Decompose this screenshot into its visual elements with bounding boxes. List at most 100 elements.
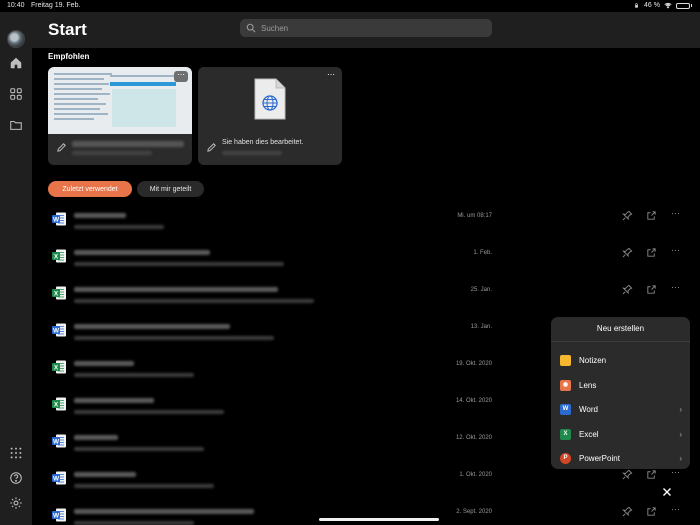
pin-icon[interactable] [622, 247, 633, 258]
orientation-lock-icon [635, 3, 638, 8]
file-row[interactable]: X 1. Feb. ⋯ [32, 243, 700, 280]
more-options-icon[interactable]: ⋯ [670, 468, 681, 480]
apps-icon[interactable] [9, 87, 23, 101]
menu-item-excel[interactable]: X Excel › [551, 423, 690, 445]
share-icon[interactable] [646, 210, 657, 221]
file-date: 25. Jan. [470, 287, 492, 293]
menu-item-label: Excel [579, 429, 599, 439]
menu-item-notizen[interactable]: Notizen [551, 349, 690, 371]
excel-icon: X [560, 428, 571, 440]
settings-icon[interactable] [9, 496, 23, 510]
file-row[interactable]: W Mi. um 08:17 ⋯ [32, 206, 700, 243]
word-file-icon: W [51, 470, 67, 486]
more-options-button[interactable]: ⋯ [174, 71, 188, 82]
powerpoint-icon: P [560, 452, 571, 464]
svg-text:W: W [53, 216, 60, 223]
svg-text:W: W [53, 475, 60, 482]
home-icon[interactable] [9, 56, 23, 70]
word-file-icon: W [51, 433, 67, 449]
word-file-icon: W [51, 322, 67, 338]
chevron-right-icon: › [679, 429, 682, 439]
menu-item-lens[interactable]: ◉ Lens [551, 374, 690, 396]
excel-file-icon: X [51, 248, 67, 264]
grid-dots-icon[interactable] [9, 446, 23, 460]
file-date: 14. Okt. 2020 [455, 398, 492, 404]
share-icon[interactable] [646, 247, 657, 258]
status-time: 10:40 [7, 2, 25, 9]
menu-item-label: Lens [579, 380, 597, 390]
word-file-icon: W [51, 211, 67, 227]
wifi-icon [664, 2, 672, 9]
more-options-button[interactable]: ⋯ [324, 71, 338, 82]
svg-text:X: X [54, 401, 59, 408]
file-row[interactable]: X 25. Jan. ⋯ [32, 280, 700, 317]
tab-recent[interactable]: Zuletzt verwendet [48, 181, 132, 197]
word-file-icon: W [51, 507, 67, 523]
recommended-card[interactable]: ⋯ Sie haben dies bearbeitet. [198, 67, 342, 165]
sidebar [0, 12, 32, 525]
header: Start [32, 12, 700, 48]
excel-file-icon: X [51, 285, 67, 301]
share-icon[interactable] [646, 284, 657, 295]
battery-icon [676, 2, 690, 9]
file-row[interactable]: W 1. Okt. 2020 ⋯ [32, 465, 700, 502]
excel-file-icon: X [51, 359, 67, 375]
lens-icon: ◉ [560, 379, 571, 391]
avatar[interactable] [7, 30, 25, 48]
menu-item-label: PowerPoint [579, 453, 620, 463]
menu-title: Neu erstellen [596, 324, 645, 333]
file-date: 12. Okt. 2020 [455, 435, 492, 441]
svg-text:X: X [54, 253, 59, 260]
status-bar: 10:40 Freitag 19. Feb. 46 % [0, 0, 700, 12]
more-options-icon[interactable]: ⋯ [670, 209, 681, 221]
more-options-icon[interactable]: ⋯ [670, 283, 681, 295]
svg-text:X: X [54, 290, 59, 297]
search-bar[interactable] [240, 19, 492, 37]
recommended-title: Empfohlen [48, 52, 90, 61]
more-options-icon[interactable]: ⋯ [670, 505, 681, 517]
pencil-icon [207, 143, 216, 152]
chevron-right-icon: › [679, 453, 682, 463]
page-title: Start [48, 20, 87, 39]
pin-icon[interactable] [622, 469, 633, 480]
card-caption: Sie haben dies bearbeitet. [222, 139, 304, 146]
web-document-icon [254, 78, 286, 120]
document-thumbnail [48, 67, 192, 134]
svg-text:W: W [53, 512, 60, 519]
menu-item-label: Word [579, 404, 598, 414]
home-indicator [319, 518, 439, 521]
document-thumbnail [198, 67, 342, 134]
menu-item-label: Notizen [579, 355, 607, 365]
status-date: Freitag 19. Feb. [31, 2, 81, 9]
svg-text:W: W [53, 327, 60, 334]
help-icon[interactable] [9, 471, 23, 485]
notes-icon [560, 354, 571, 366]
create-new-menu: Neu erstellen Notizen ◉ Lens W Word › X E… [551, 317, 690, 469]
excel-file-icon: X [51, 396, 67, 412]
search-icon [246, 23, 256, 33]
search-input[interactable] [261, 23, 461, 33]
menu-item-powerpoint[interactable]: P PowerPoint › [551, 447, 690, 469]
file-date: Mi. um 08:17 [457, 213, 492, 219]
close-icon[interactable] [661, 486, 673, 498]
folder-icon[interactable] [9, 118, 23, 132]
pin-icon[interactable] [622, 284, 633, 295]
share-icon[interactable] [646, 469, 657, 480]
file-date: 19. Okt. 2020 [455, 361, 492, 367]
share-icon[interactable] [646, 506, 657, 517]
file-date: 13. Jan. [470, 324, 492, 330]
battery-percent: 46 % [644, 2, 660, 9]
pin-icon[interactable] [622, 506, 633, 517]
pin-icon[interactable] [622, 210, 633, 221]
tab-shared-with-me[interactable]: Mit mir geteilt [137, 181, 204, 197]
file-date: 1. Feb. [473, 250, 492, 256]
file-date: 1. Okt. 2020 [459, 472, 492, 478]
word-icon: W [560, 403, 571, 415]
pencil-icon [57, 143, 66, 152]
recommended-card[interactable]: ⋯ [48, 67, 192, 165]
menu-item-word[interactable]: W Word › [551, 398, 690, 420]
more-options-icon[interactable]: ⋯ [670, 246, 681, 258]
chevron-right-icon: › [679, 404, 682, 414]
file-row[interactable]: W 2. Sept. 2020 ⋯ [32, 502, 700, 525]
svg-text:W: W [53, 438, 60, 445]
